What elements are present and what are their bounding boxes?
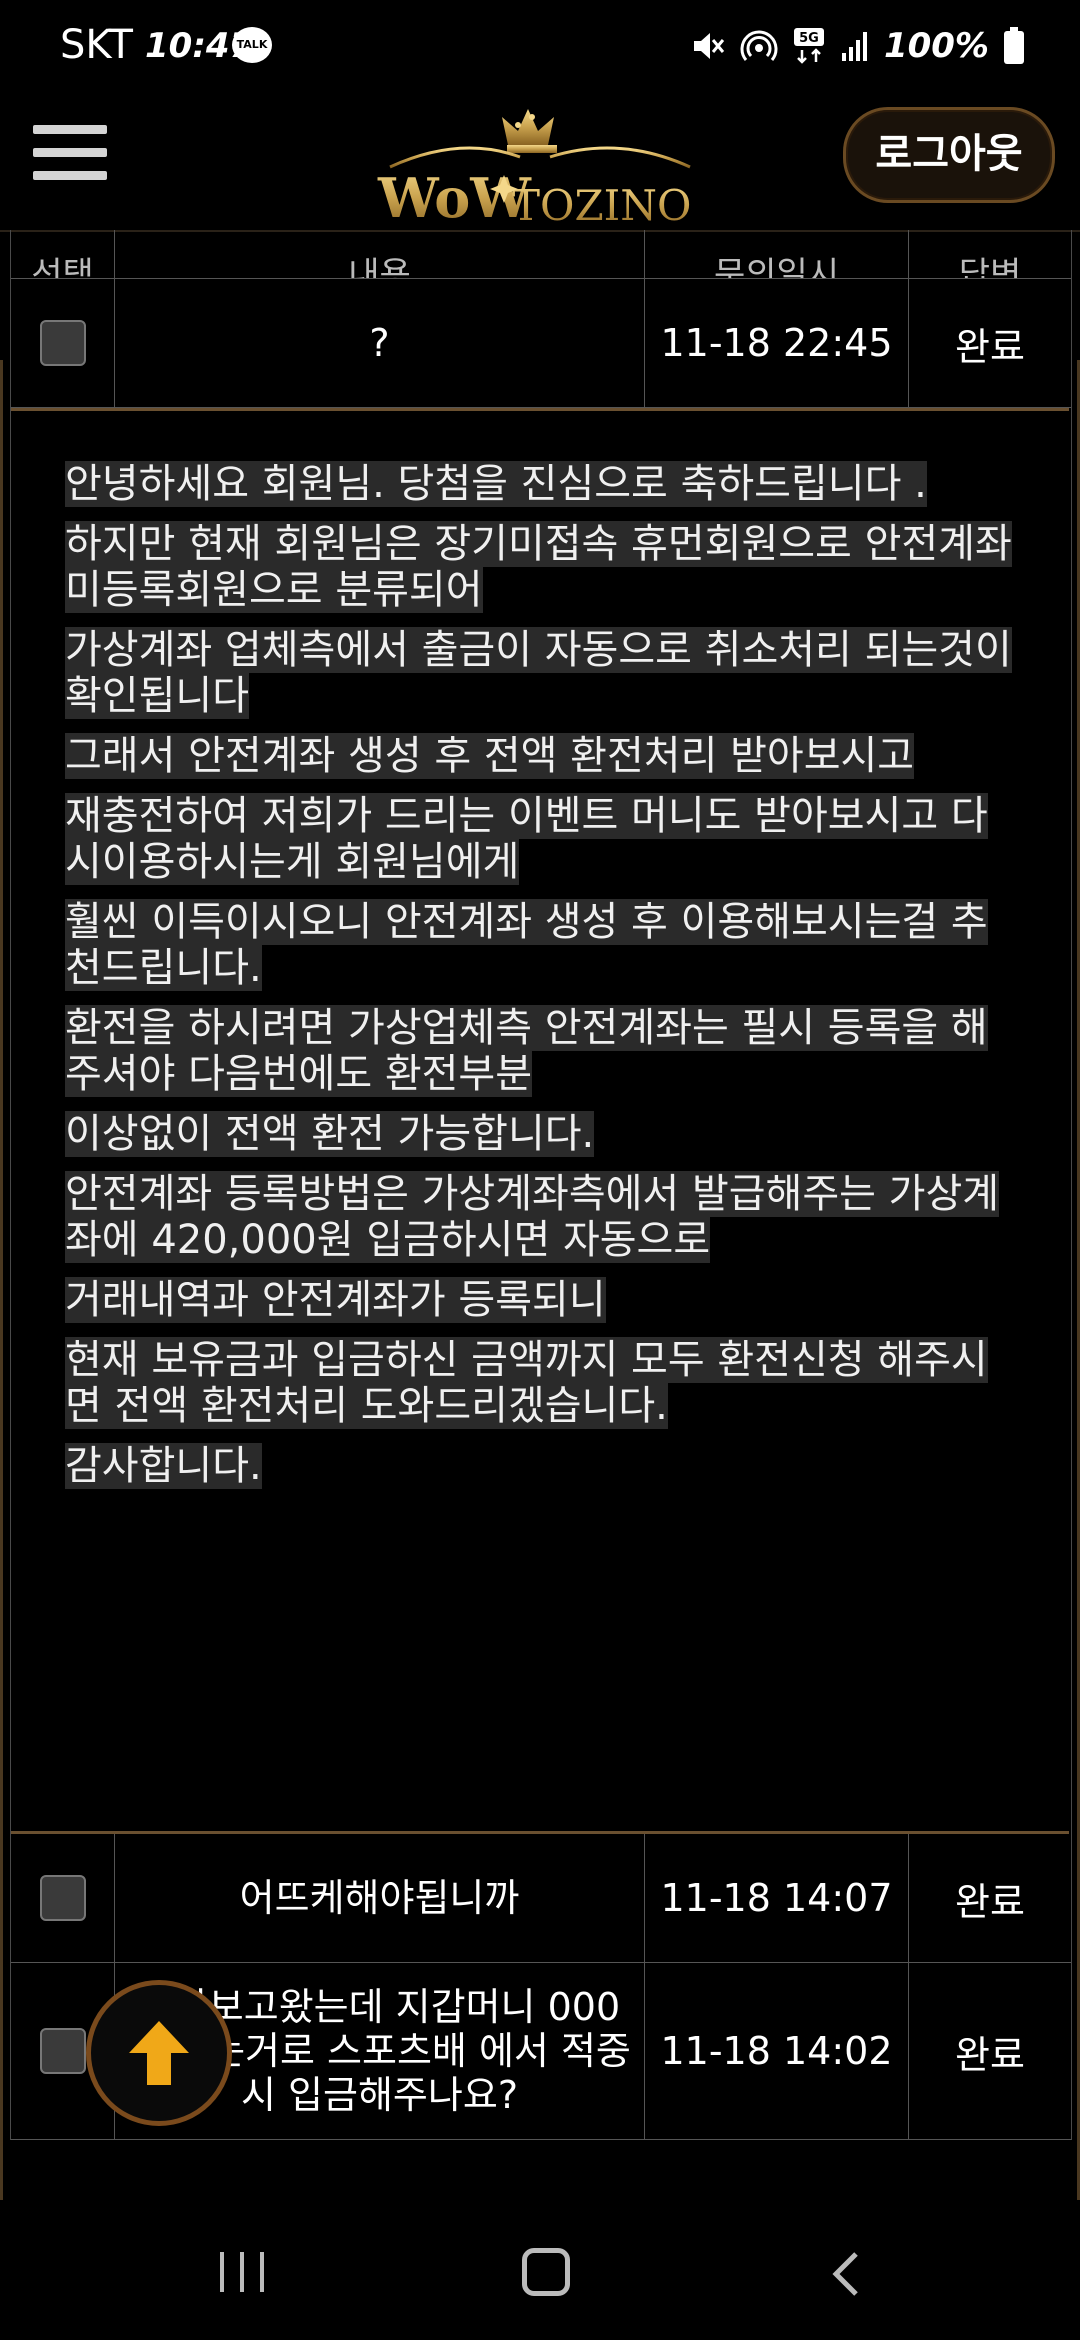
signal-icon (841, 32, 867, 61)
svg-text:5G: 5G (799, 31, 819, 46)
status-icons: 5G 100% (690, 22, 1025, 70)
row-checkbox[interactable] (39, 1875, 86, 1921)
recent-apps-icon[interactable] (220, 2252, 266, 2292)
mute-icon (693, 33, 725, 59)
row-status: 완료 (955, 324, 1025, 369)
back-icon[interactable] (830, 2250, 860, 2298)
scroll-to-top-button[interactable] (86, 1980, 232, 2126)
status-bar: SKT 10:47 TALK 5G 100% (0, 0, 1080, 95)
table-row[interactable]: ? 11-18 22:45 완료 (11, 279, 1071, 408)
answer-panel: 안녕하세요 회원님. 당첨을 진심으로 축하드립니다 . 하지만 현재 회원님은… (11, 408, 1069, 1834)
answer-line: 안녕하세요 회원님. 당첨을 진심으로 축하드립니다 . (65, 461, 927, 507)
row-content[interactable]: ? (115, 279, 645, 407)
answer-line: 환전을 하시려면 가상업체측 안전계좌는 필시 등록을 해주셔야 다음번에도 환… (65, 1005, 988, 1097)
kakaotalk-icon: TALK (232, 27, 272, 63)
row-select-cell (11, 279, 115, 407)
hamburger-menu-icon[interactable] (33, 125, 107, 181)
row-content[interactable]: 어뜨케해야됩니까 (115, 1834, 645, 1962)
left-border-decoration (0, 360, 3, 2210)
table-header-row: 선택 내용 문의일시 답변 (11, 230, 1071, 279)
column-header-content: 내용 (115, 230, 645, 278)
answer-text: 안녕하세요 회원님. 당첨을 진심으로 축하드립니다 . 하지만 현재 회원님은… (65, 461, 1015, 1503)
row-status: 완료 (955, 2032, 1025, 2077)
row-status: 완료 (955, 1879, 1025, 1924)
answer-line: 거래내역과 안전계좌가 등록되니 (65, 1277, 606, 1323)
row-select-cell (11, 1834, 115, 1962)
row-date: 11-18 14:02 (645, 1963, 909, 2139)
svg-text:WoW: WoW (377, 166, 532, 230)
column-header-answer: 답변 (958, 255, 1022, 279)
system-navigation-bar (0, 2200, 1080, 2340)
table-row[interactable]: 어뜨케해야됩니까 11-18 14:07 완료 (11, 1834, 1071, 1963)
row-checkbox[interactable] (39, 2028, 86, 2074)
answer-line: 그래서 안전계좌 생성 후 전액 환전처리 받아보시고 (65, 733, 915, 779)
home-icon[interactable] (522, 2248, 570, 2296)
row-date: 11-18 14:07 (645, 1834, 909, 1962)
column-header-date: 문의일시 (645, 230, 909, 278)
column-header-select: 선택 (11, 230, 115, 278)
carrier-label: SKT (60, 22, 133, 68)
row-date: 11-18 22:45 (645, 279, 909, 407)
inquiry-table: 선택 내용 문의일시 답변 ? 11-18 22:45 완료 안녕하세요 회원님… (10, 230, 1072, 2140)
answer-line: 가상계좌 업체측에서 출금이 자동으로 취소처리 되는것이 확인됩니다 (65, 627, 1012, 719)
5g-icon: 5G (793, 28, 824, 64)
answer-line: 하지만 현재 회원님은 장기미접속 휴먼회원으로 안전계좌 미등록회원으로 분류… (65, 521, 1012, 613)
wow-tozino-logo[interactable]: WoW TOZINO (360, 95, 720, 230)
battery-percent: 100% (883, 26, 989, 66)
logout-button[interactable]: 로그아웃 (843, 107, 1055, 203)
battery-icon (1004, 27, 1024, 64)
answer-line: 감사합니다. (65, 1443, 262, 1489)
answer-line: 이상없이 전액 환전 가능합니다. (65, 1111, 595, 1157)
svg-text:TOZINO: TOZINO (512, 181, 691, 230)
answer-line: 안전계좌 등록방법은 가상계좌측에서 발급해주는 가상계좌에 420,000원 … (65, 1171, 1000, 1263)
answer-line: 현재 보유금과 입금하신 금액까지 모두 환전신청 해주시면 전액 환전처리 도… (65, 1337, 988, 1429)
answer-line: 훨씬 이득이시오니 안전계좌 생성 후 이용해보시는걸 추천드립니다. (65, 899, 988, 991)
site-header: WoW TOZINO 로그아웃 (0, 95, 1080, 232)
hotspot-icon (740, 30, 778, 61)
row-checkbox[interactable] (39, 320, 86, 366)
answer-line: 재충전하여 저희가 드리는 이벤트 머니도 받아보시고 다시이용하시는게 회원님… (65, 793, 988, 885)
arrow-up-icon (129, 2021, 189, 2085)
